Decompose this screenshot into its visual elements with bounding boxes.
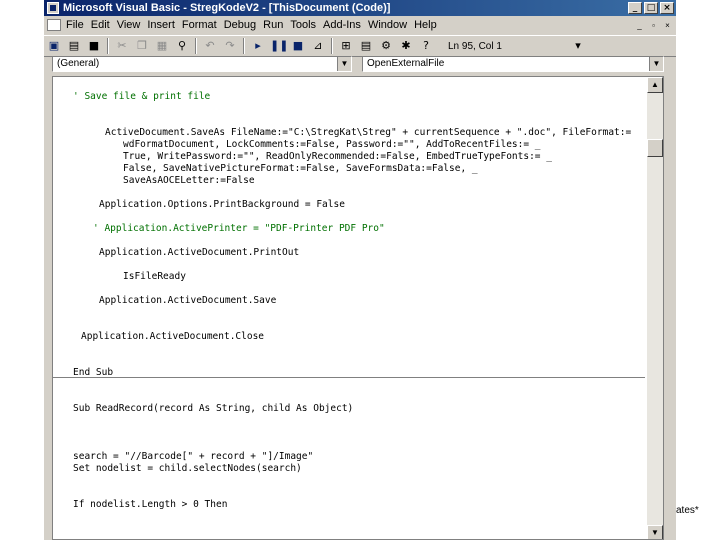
break-icon[interactable]: ❚❚ [270, 38, 288, 54]
save-icon[interactable]: ■ [86, 38, 102, 54]
menu-insert[interactable]: Insert [147, 19, 175, 31]
code-line[interactable]: If nodelist.Length > 0 Then [73, 499, 227, 510]
code-line[interactable]: Application.ActiveDocument.Close [81, 331, 264, 342]
menu-tools[interactable]: Tools [290, 19, 316, 31]
code-line[interactable]: ' Save file & print file [73, 91, 210, 102]
object-combo-value: (General) [57, 58, 100, 69]
toolbar-separator [107, 38, 109, 54]
vertical-scrollbar[interactable]: ▲ ▼ [647, 77, 663, 539]
code-line[interactable]: Application.ActiveDocument.PrintOut [99, 247, 299, 258]
project-explorer-icon[interactable]: ⊞ [338, 38, 354, 54]
code-line[interactable]: Application.ActiveDocument.Save [99, 295, 276, 306]
code-window-combos: (General) ▼ OpenExternalFile ▼ [52, 56, 664, 72]
code-line[interactable]: ' Application.ActivePrinter = "PDF-Print… [93, 223, 385, 234]
insert-module-icon[interactable]: ▤ [66, 38, 82, 54]
scroll-up-arrow-icon[interactable]: ▲ [647, 77, 663, 93]
toolbar-options-icon[interactable]: ▾ [570, 38, 586, 54]
menu-file[interactable]: File [66, 19, 84, 31]
menu-bar: File Edit View Insert Format Debug Run T… [44, 16, 676, 34]
scroll-thumb[interactable] [647, 139, 663, 157]
background-slide-text: ates* [676, 505, 699, 516]
object-browser-icon[interactable]: ⚙ [378, 38, 394, 54]
menu-run[interactable]: Run [263, 19, 283, 31]
cut-icon[interactable]: ✂ [114, 38, 130, 54]
dropdown-arrow-icon[interactable]: ▼ [337, 57, 351, 71]
toolbar-separator [243, 38, 245, 54]
toolbar-separator [331, 38, 333, 54]
redo-icon[interactable]: ↷ [222, 38, 238, 54]
undo-icon[interactable]: ↶ [202, 38, 218, 54]
run-icon[interactable]: ▸ [250, 38, 266, 54]
object-combo[interactable]: (General) ▼ [52, 56, 352, 72]
help-icon[interactable]: ? [418, 38, 434, 54]
code-line[interactable]: wdFormatDocument, LockComments:=False, P… [123, 139, 541, 150]
procedure-combo-value: OpenExternalFile [367, 58, 445, 69]
scroll-down-arrow-icon[interactable]: ▼ [647, 525, 663, 539]
maximize-button[interactable]: □ [644, 2, 658, 14]
menu-help[interactable]: Help [414, 19, 437, 31]
reset-icon[interactable]: ■ [290, 38, 306, 54]
code-line[interactable]: IsFileReady [123, 271, 186, 282]
menu-add-ins[interactable]: Add-Ins [323, 19, 361, 31]
toolbox-icon[interactable]: ✱ [398, 38, 414, 54]
properties-icon[interactable]: ▤ [358, 38, 374, 54]
view-word-icon[interactable]: ▣ [46, 38, 62, 54]
code-line[interactable]: Application.Options.PrintBackground = Fa… [99, 199, 345, 210]
paste-icon[interactable]: ▦ [154, 38, 170, 54]
code-line[interactable]: ActiveDocument.SaveAs FileName:="C:\Stre… [105, 127, 631, 138]
menu-view[interactable]: View [117, 19, 141, 31]
code-line[interactable]: search = "//Barcode[" + record + "]/Imag… [73, 451, 313, 462]
menu-format[interactable]: Format [182, 19, 217, 31]
minimize-button[interactable]: _ [628, 2, 642, 14]
procedure-combo[interactable]: OpenExternalFile ▼ [362, 56, 664, 72]
menu-edit[interactable]: Edit [91, 19, 110, 31]
cursor-position: Ln 95, Col 1 [448, 40, 502, 52]
code-line[interactable]: True, WritePassword:="", ReadOnlyRecomme… [123, 151, 552, 162]
code-line[interactable]: SaveAsAOCELetter:=False [123, 175, 255, 186]
dropdown-arrow-icon[interactable]: ▼ [649, 57, 663, 71]
standard-toolbar: ▣ ▤ ■ ✂ ❐ ▦ ⚲ ↶ ↷ ▸ ❚❚ ■ ⊿ ⊞ ▤ ⚙ ✱ ? Ln … [44, 35, 676, 57]
doc-close-button[interactable]: × [662, 20, 673, 31]
menu-debug[interactable]: Debug [224, 19, 256, 31]
design-mode-icon[interactable]: ⊿ [310, 38, 326, 54]
code-pane[interactable]: ' Save file & print file ActiveDocument.… [52, 76, 664, 540]
doc-restore-button[interactable]: ▫ [648, 20, 659, 31]
code-line[interactable]: False, SaveNativePictureFormat:=False, S… [123, 163, 478, 174]
toolbar-separator [195, 38, 197, 54]
vba-app-icon [47, 2, 59, 14]
code-line[interactable]: Sub ReadRecord(record As String, child A… [73, 403, 353, 414]
doc-minimize-button[interactable]: _ [634, 20, 645, 31]
procedure-separator [53, 377, 645, 378]
find-icon[interactable]: ⚲ [174, 38, 190, 54]
title-bar: Microsoft Visual Basic - StregKodeV2 - [… [44, 0, 676, 16]
close-button[interactable]: × [660, 2, 674, 14]
code-line[interactable]: Set nodelist = child.selectNodes(search) [73, 463, 302, 474]
menu-window[interactable]: Window [368, 19, 407, 31]
vba-editor-window: Microsoft Visual Basic - StregKodeV2 - [… [44, 0, 676, 540]
copy-icon[interactable]: ❐ [134, 38, 150, 54]
code-window-icon[interactable] [47, 19, 61, 31]
window-title: Microsoft Visual Basic - StregKodeV2 - [… [63, 2, 391, 14]
